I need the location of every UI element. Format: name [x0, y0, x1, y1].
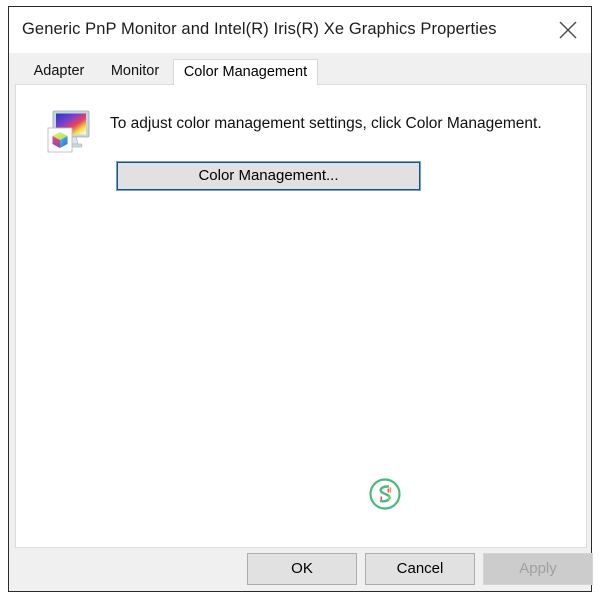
properties-dialog: Generic PnP Monitor and Intel(R) Iris(R)…: [8, 6, 593, 592]
tab-content-panel: To adjust color management settings, cli…: [15, 84, 587, 548]
tab-monitor[interactable]: Monitor: [97, 59, 173, 85]
close-icon: [559, 21, 577, 39]
window-title: Generic PnP Monitor and Intel(R) Iris(R)…: [22, 20, 497, 38]
description-text: To adjust color management settings, cli…: [110, 115, 542, 132]
green-circle-logo-icon: [369, 478, 401, 510]
tab-color-management[interactable]: Color Management: [173, 59, 318, 85]
tab-adapter[interactable]: Adapter: [21, 59, 97, 85]
tab-adapter-label: Adapter: [33, 63, 85, 79]
close-button[interactable]: [545, 7, 591, 52]
color-management-button[interactable]: Color Management...: [116, 161, 421, 191]
color-monitor-icon: [47, 110, 90, 153]
title-bar: Generic PnP Monitor and Intel(R) Iris(R)…: [9, 7, 591, 53]
tab-monitor-label: Monitor: [110, 63, 160, 79]
ok-button[interactable]: OK: [247, 553, 357, 585]
tab-strip: Adapter Monitor Color Management: [15, 59, 587, 85]
tab-color-management-label: Color Management: [183, 64, 308, 80]
cancel-button[interactable]: Cancel: [365, 553, 475, 585]
apply-button[interactable]: Apply: [483, 553, 593, 585]
